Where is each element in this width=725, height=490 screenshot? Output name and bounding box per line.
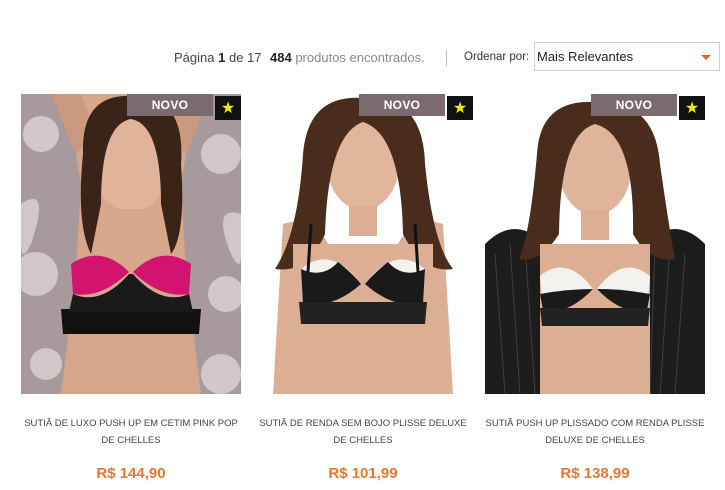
pagination-of: de (228, 50, 244, 65)
star-icon: ★ (215, 96, 241, 120)
product-name-line1: SUTIÃ DE RENDA SEM BOJO PLISSE DELUXE (259, 418, 467, 429)
product-name-line2: DELUXE DE CHELLES (545, 435, 645, 446)
product-price: R$ 144,90 (96, 465, 166, 482)
results-count: 484 produtos encontrados. (270, 50, 425, 65)
results-count-number: 484 (270, 50, 292, 65)
product-card[interactable]: NOVO ★ SUTIÃ DE RENDA SEM BOJO PLISSE DE… (253, 94, 473, 490)
chevron-down-icon (701, 55, 711, 60)
new-badge: NOVO (127, 94, 213, 116)
product-name[interactable]: SUTIÃ DE RENDA SEM BOJO PLISSE DELUXE DE… (253, 415, 473, 449)
product-card[interactable]: NOVO ★ SUTIÃ DE LUXO PUSH UP EM CETIM PI… (21, 94, 241, 490)
product-card[interactable]: NOVO ★ SUTIÃ PUSH UP PLISSADO COM RENDA … (485, 94, 705, 490)
product-image[interactable]: NOVO ★ (21, 94, 241, 394)
product-name-line1: SUTIÃ DE LUXO PUSH UP EM CETIM PINK POP (24, 418, 238, 429)
new-badge: NOVO (591, 94, 677, 116)
sort-select[interactable]: Mais Relevantes (534, 42, 720, 71)
pagination-total: 17 (247, 50, 262, 65)
product-name-line2: DE CHELLES (333, 435, 393, 446)
pagination-info: Página 1 de 17 (174, 50, 262, 65)
product-name[interactable]: SUTIÃ PUSH UP PLISSADO COM RENDA PLISSE … (485, 415, 705, 449)
product-photo-black-lace-bra (253, 94, 473, 394)
product-image[interactable]: NOVO ★ (253, 94, 473, 394)
sort-selected-value: Mais Relevantes (537, 49, 634, 64)
results-toolbar: Página 1 de 17 484 produtos encontrados.… (0, 41, 725, 73)
new-badge: NOVO (359, 94, 445, 116)
results-count-label: produtos encontrados. (295, 50, 425, 65)
product-name-line2: DE CHELLES (101, 435, 161, 446)
star-icon: ★ (447, 96, 473, 120)
product-price: R$ 138,99 (560, 465, 630, 482)
toolbar-divider (446, 50, 447, 66)
product-photo-white-lace-bra (485, 94, 705, 394)
star-icon: ★ (679, 96, 705, 120)
pagination-current: 1 (218, 50, 226, 65)
product-photo-pink-bra (21, 94, 241, 394)
sort-label: Ordenar por: (464, 51, 530, 63)
product-name[interactable]: SUTIÃ DE LUXO PUSH UP EM CETIM PINK POP … (21, 415, 241, 449)
pagination-prefix: Página (174, 50, 215, 65)
product-price: R$ 101,99 (328, 465, 398, 482)
product-image[interactable]: NOVO ★ (485, 94, 705, 394)
product-name-line1: SUTIÃ PUSH UP PLISSADO COM RENDA PLISSE (485, 418, 705, 429)
